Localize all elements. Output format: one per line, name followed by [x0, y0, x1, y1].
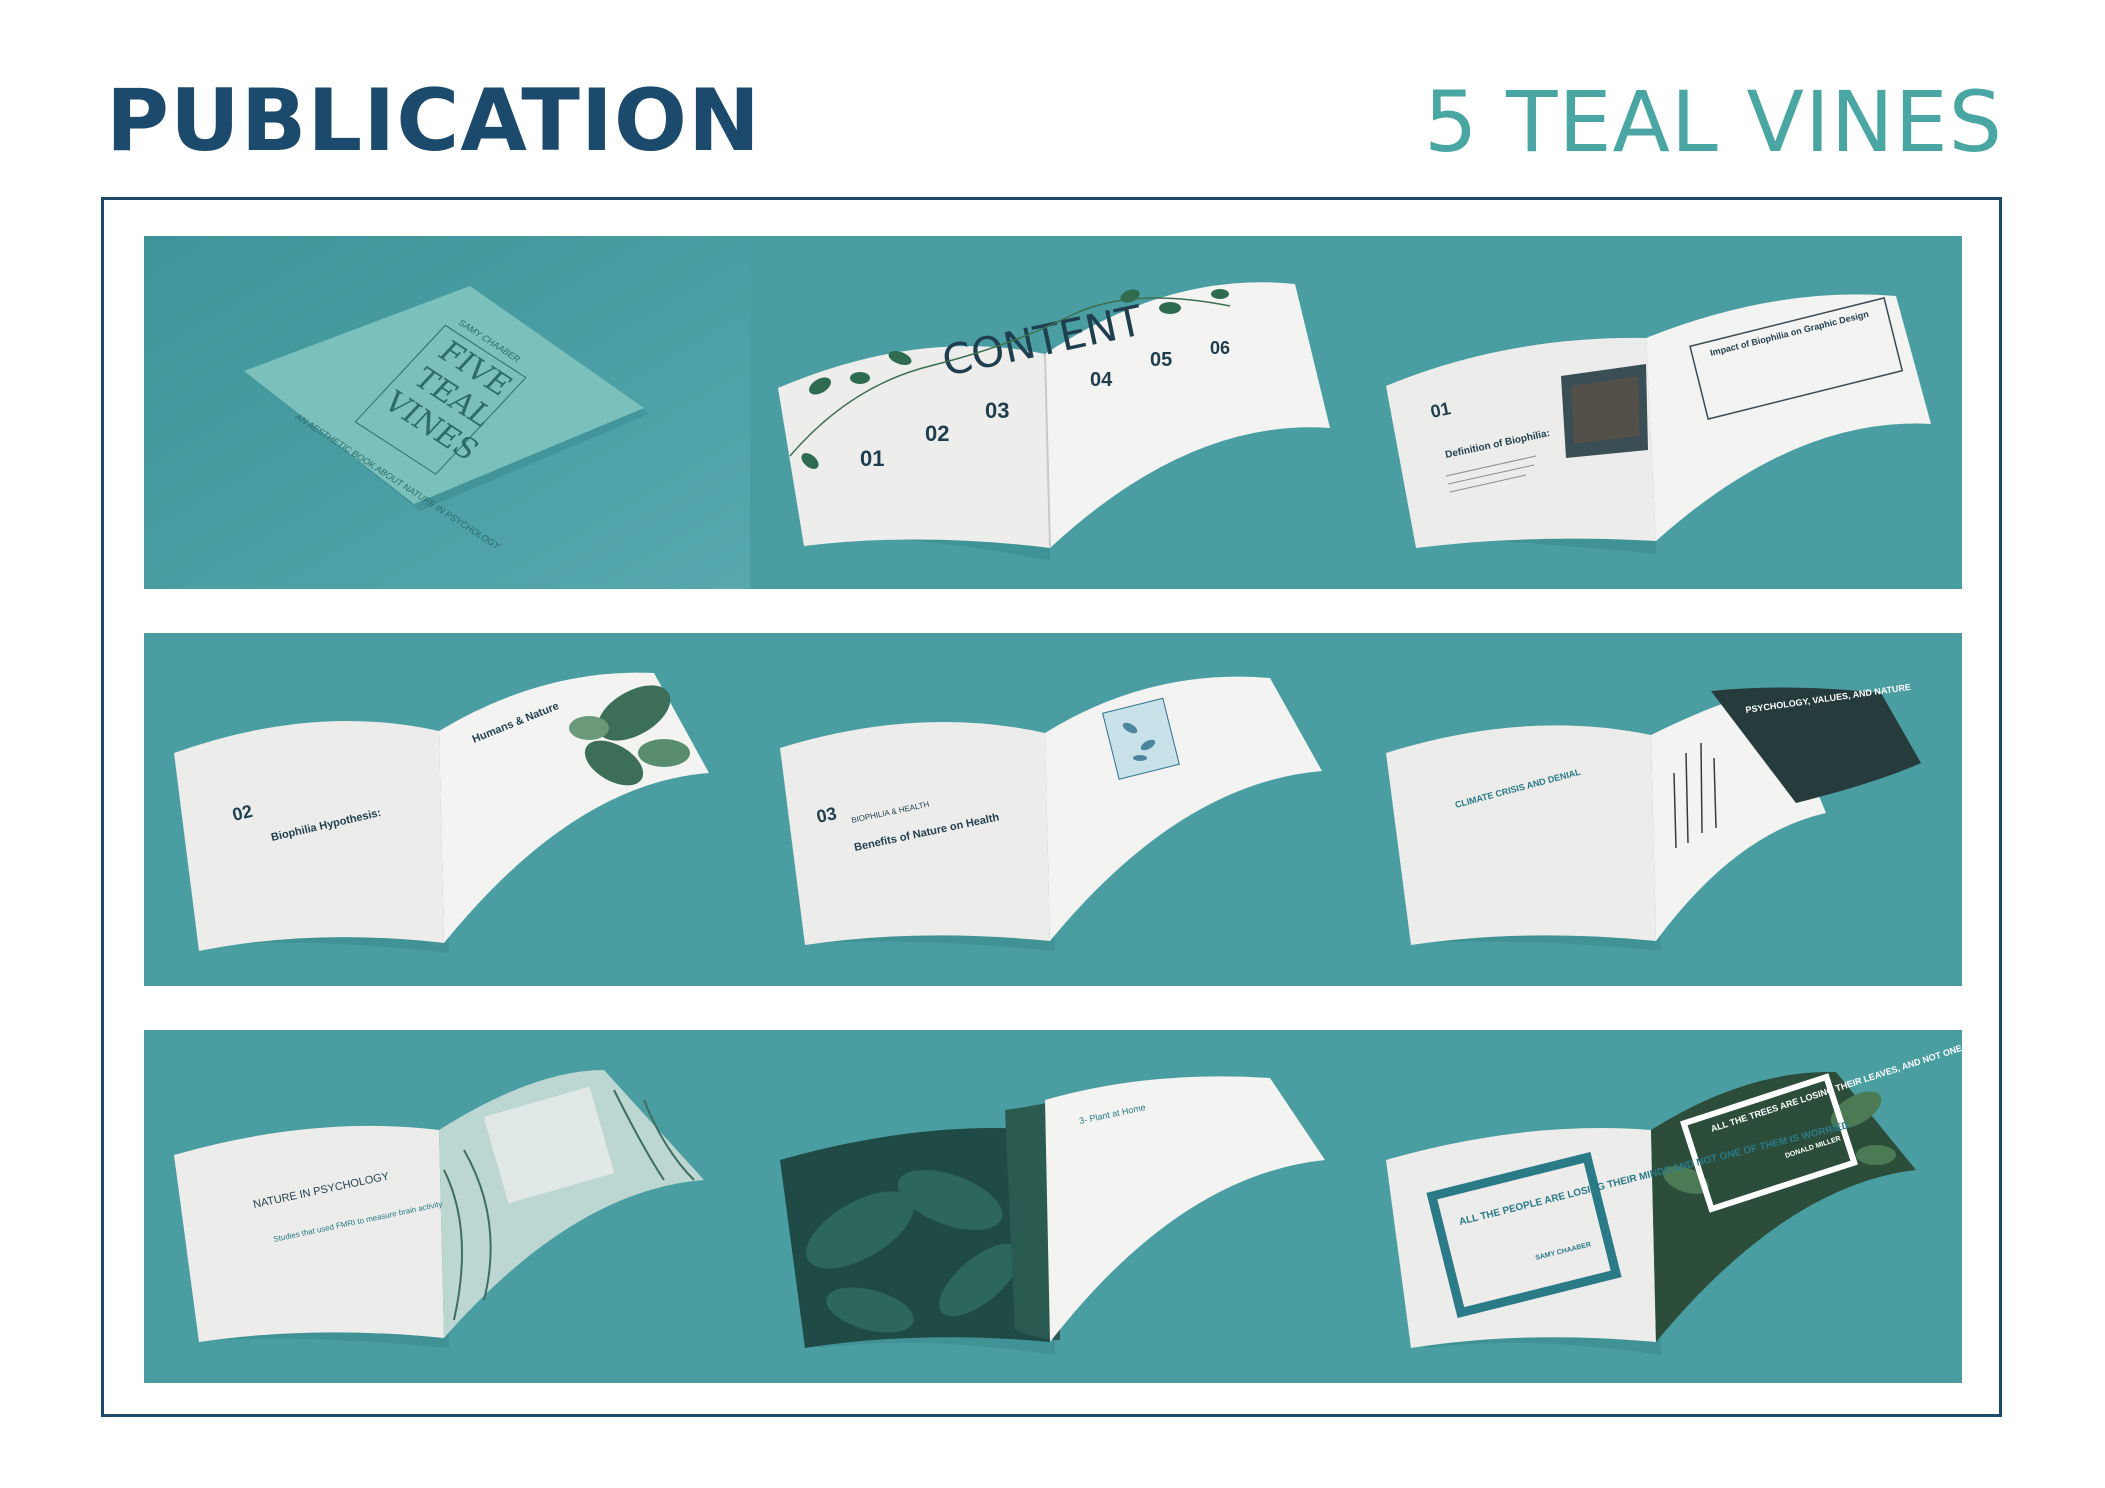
- mockup-spread-02[interactable]: 02 Biophilia Hypothesis: Humans & Nature: [144, 633, 750, 986]
- mockup-spread-04[interactable]: CLIMATE CRISIS AND DENIAL PSYCHOLOGY, VA…: [1356, 633, 1962, 986]
- contents-num-5: 05: [1150, 349, 1172, 371]
- spread01-num: 01: [1429, 398, 1453, 422]
- contents-num-3: 03: [985, 398, 1009, 423]
- mockup-spread-01[interactable]: 01 Definition of Biophilia: Impact of Bi…: [1356, 236, 1962, 589]
- mockup-spread-07[interactable]: ALL THE PEOPLE ARE LOSING THEIR MINDS AN…: [1356, 1030, 1962, 1383]
- page-left: [778, 346, 1050, 548]
- contents-num-4: 04: [1090, 369, 1113, 391]
- mockup-contents[interactable]: CONTENT 01 02 03 04 05 06: [750, 236, 1356, 589]
- page-title: PUBLICATION: [106, 71, 761, 171]
- mockup-spread-05[interactable]: NATURE IN PSYCHOLOGY Studies that used F…: [144, 1030, 750, 1383]
- mockup-cover[interactable]: SAMY CHAABER FIVE TEAL VINES AN AESTHETI…: [144, 236, 750, 589]
- mockup-spread-06[interactable]: 3- Plant at Home: [750, 1030, 1356, 1383]
- contents-num-2: 02: [925, 421, 949, 446]
- contents-num-1: 01: [860, 446, 884, 471]
- contents-num-6: 06: [1210, 338, 1230, 358]
- page-subtitle: 5 TEAL VINES: [1424, 73, 2003, 171]
- spread03-num: 03: [815, 803, 839, 827]
- mockup-spread-03[interactable]: 03 BIOPHILIA & HEALTH Benefits of Nature…: [750, 633, 1356, 986]
